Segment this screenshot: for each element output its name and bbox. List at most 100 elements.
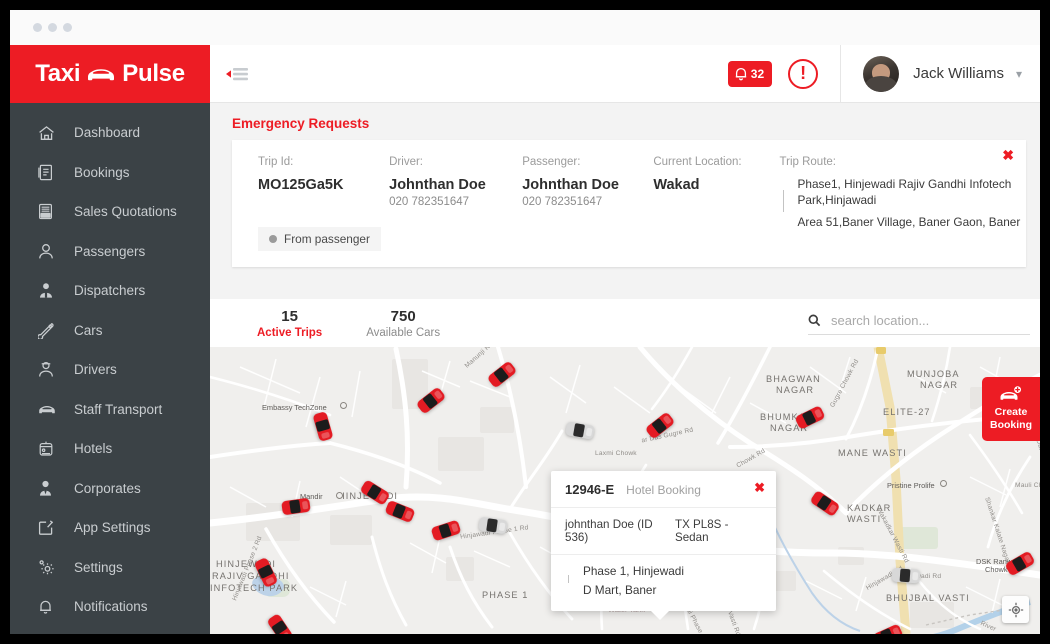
- sidebar-item-staff-transport[interactable]: Staff Transport: [10, 390, 210, 430]
- sidebar-item-app-settings[interactable]: App Settings: [10, 508, 210, 548]
- add-booking-car-icon: [999, 386, 1023, 403]
- stat-number: 15: [257, 308, 322, 325]
- stat-label: Available Cars: [366, 327, 440, 339]
- stat-label: Active Trips: [257, 327, 322, 339]
- search-input[interactable]: [831, 313, 1016, 328]
- key-tag-icon: [38, 319, 64, 341]
- window-dot-maximize[interactable]: [63, 23, 72, 32]
- user-icon: [38, 240, 64, 262]
- notifications-count: 32: [751, 67, 764, 81]
- popup-vehicle: TX PL8S - Sedan: [675, 518, 762, 544]
- tie-person-icon: [38, 477, 64, 499]
- create-booking-line1: Create: [995, 406, 1028, 419]
- emergency-field-trip-id: Trip Id: MO125Ga5K: [258, 156, 389, 233]
- emergency-field-current-location: Current Location: Wakad: [653, 156, 779, 233]
- close-icon[interactable]: ✖: [754, 480, 765, 496]
- sidebar: Taxi Pulse Dashboard: [10, 45, 210, 634]
- sidebar-item-bookings[interactable]: Bookings: [10, 153, 210, 193]
- field-label: Trip Route:: [780, 156, 1026, 168]
- sidebar-item-drivers[interactable]: Drivers: [10, 350, 210, 390]
- popup-route-start: Phase 1, Hinjewadi: [565, 564, 762, 580]
- user-name: Jack Williams: [913, 65, 1004, 82]
- app-logo[interactable]: Taxi Pulse: [10, 45, 210, 103]
- window-dot-close[interactable]: [33, 23, 42, 32]
- sidebar-item-label: Hotels: [74, 441, 112, 456]
- create-booking-line2: Booking: [990, 419, 1032, 432]
- field-value: MO125Ga5K: [258, 177, 389, 193]
- headset-agent-icon: [38, 280, 64, 302]
- route-stop-start: Phase1, Hinjewadi Rajiv Gandhi Infotech …: [780, 177, 1026, 208]
- map-poi-marker: [336, 492, 343, 499]
- app-window: Taxi Pulse Dashboard: [10, 10, 1040, 634]
- emergency-field-driver: Driver: Johnthan Doe 020 782351647: [389, 156, 522, 233]
- route-stop-text: Area 51,Baner Village, Baner Gaon, Baner: [796, 215, 1021, 231]
- stat-active-trips[interactable]: 15 Active Trips: [257, 308, 322, 339]
- edit-square-icon: [38, 517, 64, 539]
- popup-trip-id: 12946-E: [565, 482, 614, 497]
- sidebar-item-passengers[interactable]: Passengers: [10, 232, 210, 272]
- window-dot-minimize[interactable]: [48, 23, 57, 32]
- map-canvas[interactable]: HINJEWADI RAJIV GANDHI INFOTECH PARK HIN…: [210, 347, 1040, 634]
- search-icon: [808, 314, 821, 327]
- source-dot-icon: [269, 235, 277, 243]
- bell-icon: [38, 596, 64, 618]
- sidebar-item-settings[interactable]: Settings: [10, 548, 210, 588]
- field-label: Trip Id:: [258, 156, 389, 168]
- notifications-badge[interactable]: 32: [728, 61, 772, 87]
- sidebar-item-label: Staff Transport: [74, 402, 162, 417]
- user-menu[interactable]: Jack Williams ▾: [840, 45, 1040, 103]
- create-booking-button[interactable]: Create Booking: [982, 377, 1040, 441]
- source-badge-label: From passenger: [284, 232, 370, 246]
- field-value: Johnthan Doe: [522, 177, 653, 193]
- popup-details: johnthan Doe (ID 536) TX PL8S - Sedan: [551, 508, 776, 555]
- document-list-icon: [38, 161, 64, 183]
- window-titlebar: [10, 10, 1040, 45]
- emergency-requests-section: Emergency Requests ✖ Trip Id: MO125Ga5K …: [210, 104, 1040, 299]
- search-location-box[interactable]: [808, 313, 1030, 335]
- sidebar-nav: Dashboard Bookings: [10, 103, 210, 634]
- route-stop-text: Phase1, Hinjewadi Rajiv Gandhi Infotech …: [796, 177, 1026, 208]
- tray-icon: [38, 201, 64, 223]
- sidebar-item-label: Dashboard: [74, 125, 140, 140]
- sidebar-item-dispatchers[interactable]: Dispatchers: [10, 271, 210, 311]
- sidebar-item-label: Dispatchers: [74, 283, 145, 298]
- trip-info-popup: 12946-E Hotel Booking ✖ johnthan Doe (ID…: [551, 471, 776, 611]
- sidebar-item-overflow[interactable]: [10, 627, 210, 635]
- stat-available-cars[interactable]: 750 Available Cars: [366, 308, 440, 339]
- route-connector-line: [783, 190, 784, 212]
- sidebar-item-label: Drivers: [74, 362, 117, 377]
- sidebar-item-hotels[interactable]: Hotels: [10, 429, 210, 469]
- alert-exclamation-icon[interactable]: !: [788, 59, 818, 89]
- popup-trip-type: Hotel Booking: [626, 483, 701, 497]
- driver-icon: [38, 359, 64, 381]
- main-content: 32 ! Jack Williams ▾ Emergency Requests …: [210, 45, 1040, 634]
- emergency-field-passenger: Passenger: Johnthan Doe 020 782351647: [522, 156, 653, 233]
- brand-text-right: Pulse: [122, 60, 185, 88]
- sidebar-item-label: Bookings: [74, 165, 130, 180]
- sidebar-item-dashboard[interactable]: Dashboard: [10, 113, 210, 153]
- stats-bar: 15 Active Trips 750 Available Cars: [210, 299, 1040, 347]
- emergency-field-trip-route: Trip Route: Phase1, Hinjewadi Rajiv Gand…: [780, 156, 1026, 233]
- popup-driver: johnthan Doe (ID 536): [565, 518, 675, 544]
- brand-text-left: Taxi: [35, 60, 80, 88]
- sidebar-item-cars[interactable]: Cars: [10, 311, 210, 351]
- sidebar-item-label: Settings: [74, 560, 123, 575]
- sidebar-item-notifications[interactable]: Notifications: [10, 587, 210, 627]
- map-poi-marker: [340, 402, 347, 409]
- sidebar-item-corporates[interactable]: Corporates: [10, 469, 210, 509]
- emergency-requests-title: Emergency Requests: [232, 116, 1032, 131]
- sidebar-item-sales-quotations[interactable]: Sales Quotations: [10, 192, 210, 232]
- hamburger-collapse-icon[interactable]: [226, 60, 260, 88]
- route-stop-end: Area 51,Baner Village, Baner Gaon, Baner: [780, 215, 1026, 231]
- close-icon[interactable]: ✖: [1002, 148, 1014, 162]
- bell-icon: [734, 66, 748, 81]
- car-icon: [86, 66, 116, 82]
- hotel-icon: [38, 438, 64, 460]
- field-subvalue: 020 782351647: [389, 196, 522, 208]
- sidebar-item-label: Cars: [74, 323, 103, 338]
- map-poi-marker: [940, 480, 947, 487]
- field-value: Wakad: [653, 177, 779, 193]
- crosshair-locate-icon[interactable]: [1002, 596, 1029, 623]
- gear-icon: [38, 556, 64, 578]
- sidebar-item-label: Sales Quotations: [74, 204, 177, 219]
